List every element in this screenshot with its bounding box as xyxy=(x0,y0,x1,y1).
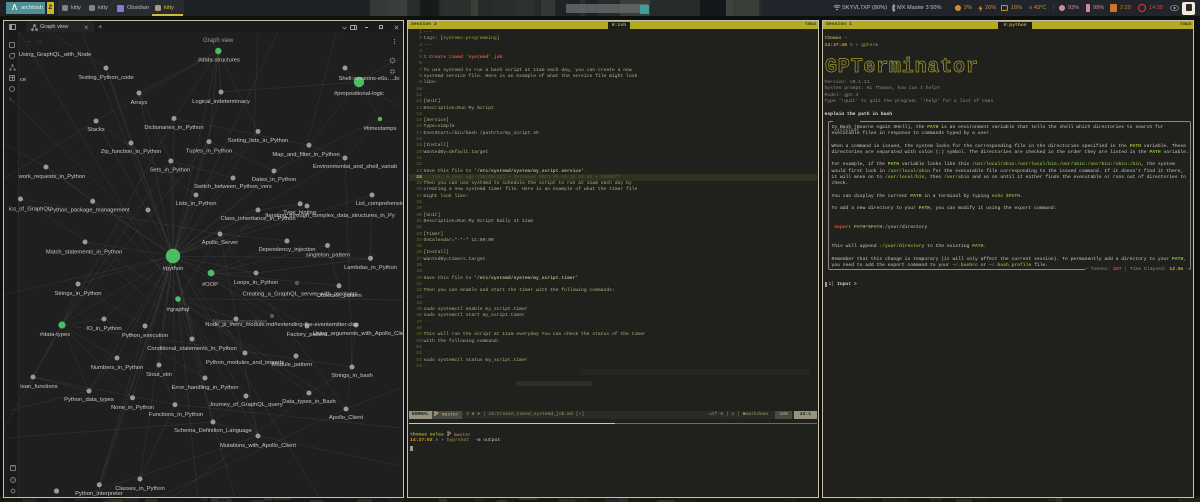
svg-text:IO_in_Python: IO_in_Python xyxy=(86,326,121,332)
svg-text:List_comprehensio: List_comprehensio xyxy=(356,201,403,207)
svg-text:#data-types: #data-types xyxy=(40,332,70,338)
svg-text:Stacks: Stacks xyxy=(87,127,104,133)
svg-text:Testing_Python_code: Testing_Python_code xyxy=(78,75,133,81)
svg-text:Stout_stin: Stout_stin xyxy=(146,372,172,378)
svg-text:lean_functions: lean_functions xyxy=(20,384,57,390)
svg-text:Mutations_with_Apollo_Client: Mutations_with_Apollo_Client xyxy=(220,443,296,449)
svg-text:Lists_in_Python: Lists_in_Python xyxy=(176,201,217,207)
svg-text:Arrays: Arrays xyxy=(131,100,148,106)
svg-text:Apollo_Client: Apollo_Client xyxy=(329,415,364,421)
svg-text:#timestamps: #timestamps xyxy=(364,126,397,132)
svg-text:Apollo_Server: Apollo_Server xyxy=(202,240,238,246)
svg-text:#OOP: #OOP xyxy=(202,282,218,288)
svg-text:Conditional_statements_in_Pyth: Conditional_statements_in_Python xyxy=(147,346,237,352)
svg-text:Using_GraphQL_with_Node: Using_GraphQL_with_Node xyxy=(19,52,92,58)
svg-text:work_requests_in_Python: work_requests_in_Python xyxy=(18,174,86,180)
svg-text:Data_types_in_Bash: Data_types_in_Bash xyxy=(282,399,336,405)
svg-text:Tuples_in_Python: Tuples_in_Python xyxy=(186,148,232,154)
svg-text:#graphql: #graphql xyxy=(167,307,190,313)
svg-text:Zip_function_in_Python: Zip_function_in_Python xyxy=(101,149,162,155)
svg-text:Class_inheritance_in_Python: Class_inheritance_in_Python xyxy=(220,216,295,222)
svg-text:#data-structures: #data-structures xyxy=(198,58,240,64)
svg-text:Numbers_in_Python: Numbers_in_Python xyxy=(91,365,144,371)
svg-text:Schema_Definition_Language: Schema_Definition_Language xyxy=(174,428,252,434)
svg-text:ce: ce xyxy=(20,77,26,83)
svg-text:Logical_indeterminacy: Logical_indeterminacy xyxy=(192,99,250,105)
svg-text:Functions_in_Python: Functions_in_Python xyxy=(149,412,203,418)
svg-text:Strings_in_Python: Strings_in_Python xyxy=(54,291,101,297)
svg-text:Dates_in_Python: Dates_in_Python xyxy=(252,177,296,183)
svg-text:Environmental_and_shell_variab: Environmental_and_shell_variab xyxy=(313,164,397,170)
svg-text:Module_pattern: Module_pattern xyxy=(272,362,312,368)
svg-text:Dictionaries_in_Python: Dictionaries_in_Python xyxy=(144,125,203,131)
svg-text:Shell-sessions-e6u…Jo: Shell-sessions-e6u…Jo xyxy=(339,76,400,82)
svg-text:Switch_between_Python_vers: Switch_between_Python_vers xyxy=(194,184,272,190)
svg-text:Python_package_management: Python_package_management xyxy=(49,208,130,214)
svg-text:Match_statements_in_Python: Match_statements_in_Python xyxy=(46,250,122,256)
svg-text:Python_execution: Python_execution xyxy=(122,333,168,339)
svg-text:Observer_pattern: Observer_pattern xyxy=(316,293,361,299)
svg-text:Using_arguments_with_Apollo_Cl: Using_arguments_with_Apollo_Clien xyxy=(313,331,403,337)
svg-text:#propositional-logic: #propositional-logic xyxy=(334,91,384,97)
svg-text:Journey_of_GraphQL_query: Journey_of_GraphQL_query xyxy=(209,402,283,408)
svg-text:Map_and_filter_in_Python: Map_and_filter_in_Python xyxy=(272,152,339,158)
svg-text:Sorting_lists_in_Python: Sorting_lists_in_Python xyxy=(228,138,289,144)
svg-text:singleton_pattern: singleton_pattern xyxy=(306,253,350,259)
svg-text:Error_handling_in_Python: Error_handling_in_Python xyxy=(171,385,238,391)
svg-text:Python_data_types: Python_data_types xyxy=(64,397,114,403)
svg-text:Lambdas_in_Python: Lambdas_in_Python xyxy=(344,265,397,271)
svg-text:Python_interpreter: Python_interpreter xyxy=(75,491,123,497)
svg-text:Loops_in_Python: Loops_in_Python xyxy=(234,280,279,286)
svg-text:None_in_Python: None_in_Python xyxy=(111,405,154,411)
svg-text:Node_js_#env_module.md#extendi: Node_js_#env_module.md#extending-the-eve… xyxy=(205,322,358,328)
svg-text:#python: #python xyxy=(163,266,184,272)
svg-text:Sets_in_Python: Sets_in_Python xyxy=(150,167,191,173)
svg-text:Strings_in_bash: Strings_in_bash xyxy=(331,373,373,379)
svg-text:ics_of_GraphQL: ics_of_GraphQL xyxy=(9,207,52,213)
